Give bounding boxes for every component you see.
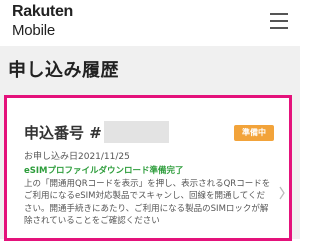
app-header: Rakuten Mobile xyxy=(0,0,300,46)
title-section: 申し込み履歴 xyxy=(0,46,300,91)
application-number-label: 申込番号 # xyxy=(24,123,102,142)
logo-line1: Rakuten xyxy=(12,3,74,20)
content-area: 申込番号 # 準備中 お申し込み日2021/11/25 eSIMプロファイルダウ… xyxy=(0,91,300,241)
rakuten-mobile-logo[interactable]: Rakuten Mobile xyxy=(12,3,74,39)
chevron-right-icon[interactable] xyxy=(279,186,285,200)
hamburger-icon[interactable] xyxy=(268,11,290,31)
instruction-text: 上の「開通用QRコードを表示」を押し、表示されるQRコードをご利用になるeSIM… xyxy=(24,179,271,226)
logo-line2: Mobile xyxy=(12,22,55,39)
status-badge: 準備中 xyxy=(234,125,274,141)
apply-date: お申し込み日2021/11/25 xyxy=(24,152,130,162)
page-title: 申し込み履歴 xyxy=(8,60,119,81)
download-status: eSIMプロファイルダウンロード準備完了 xyxy=(24,166,184,176)
application-number-row: 申込番号 # xyxy=(24,120,169,144)
application-card[interactable]: 申込番号 # 準備中 お申し込み日2021/11/25 eSIMプロファイルダウ… xyxy=(4,95,292,241)
redacted-application-number xyxy=(103,121,169,143)
